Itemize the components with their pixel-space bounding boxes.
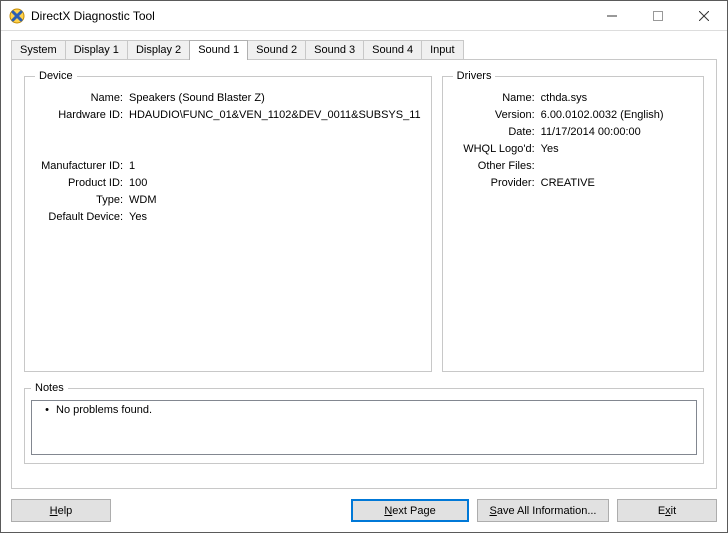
device-type-value: WDM	[129, 192, 157, 209]
tab-display-2[interactable]: Display 2	[127, 40, 190, 59]
device-default-label: Default Device:	[35, 209, 129, 226]
device-hwid-label: Hardware ID:	[35, 107, 129, 124]
driver-version-value: 6.00.0102.0032 (English)	[541, 107, 664, 124]
app-icon	[9, 8, 25, 24]
device-prodid-label: Product ID:	[35, 175, 129, 192]
note-item: No problems found.	[38, 404, 690, 416]
tab-sound-2[interactable]: Sound 2	[247, 40, 306, 59]
notes-group-label: Notes	[31, 382, 68, 394]
save-all-button[interactable]: Save All Information...	[477, 499, 609, 522]
tab-sound-1[interactable]: Sound 1	[189, 40, 248, 60]
driver-other-label: Other Files:	[453, 158, 541, 175]
driver-whql-label: WHQL Logo'd:	[453, 141, 541, 158]
button-bar: Help Next Page Save All Information... E…	[1, 489, 727, 532]
device-group: Device Name:Speakers (Sound Blaster Z) H…	[24, 70, 432, 372]
driver-whql-value: Yes	[541, 141, 559, 158]
window-controls	[589, 1, 727, 30]
driver-provider-value: CREATIVE	[541, 175, 595, 192]
notes-group: Notes No problems found.	[24, 382, 704, 464]
maximize-button[interactable]	[635, 1, 681, 30]
device-name-value: Speakers (Sound Blaster Z)	[129, 90, 265, 107]
driver-name-value: cthda.sys	[541, 90, 587, 107]
notes-list[interactable]: No problems found.	[31, 400, 697, 455]
driver-date-label: Date:	[453, 124, 541, 141]
device-name-label: Name:	[35, 90, 129, 107]
tab-display-1[interactable]: Display 1	[65, 40, 128, 59]
device-default-value: Yes	[129, 209, 147, 226]
device-mfrid-label: Manufacturer ID:	[35, 158, 129, 175]
tab-system[interactable]: System	[11, 40, 66, 59]
titlebar: DirectX Diagnostic Tool	[1, 1, 727, 31]
device-prodid-value: 100	[129, 175, 147, 192]
tab-sound-4[interactable]: Sound 4	[363, 40, 422, 59]
tab-panel: Device Name:Speakers (Sound Blaster Z) H…	[11, 59, 717, 489]
help-button[interactable]: Help	[11, 499, 111, 522]
window-title: DirectX Diagnostic Tool	[31, 9, 589, 23]
device-hwid-value: HDAUDIO\FUNC_01&VEN_1102&DEV_0011&SUBSYS…	[129, 107, 421, 124]
content-area: System Display 1 Display 2 Sound 1 Sound…	[1, 31, 727, 489]
close-button[interactable]	[681, 1, 727, 30]
device-type-label: Type:	[35, 192, 129, 209]
driver-name-label: Name:	[453, 90, 541, 107]
drivers-group: Drivers Name:cthda.sys Version:6.00.0102…	[442, 70, 704, 372]
tab-strip: System Display 1 Display 2 Sound 1 Sound…	[11, 39, 717, 59]
next-page-button[interactable]: Next Page	[351, 499, 469, 522]
device-group-label: Device	[35, 70, 77, 82]
device-mfrid-value: 1	[129, 158, 135, 175]
driver-date-value: 11/17/2014 00:00:00	[541, 124, 641, 141]
tab-sound-3[interactable]: Sound 3	[305, 40, 364, 59]
exit-button[interactable]: Exit	[617, 499, 717, 522]
minimize-button[interactable]	[589, 1, 635, 30]
app-window: DirectX Diagnostic Tool System Display 1…	[0, 0, 728, 533]
tab-input[interactable]: Input	[421, 40, 463, 59]
driver-version-label: Version:	[453, 107, 541, 124]
drivers-group-label: Drivers	[453, 70, 496, 82]
driver-provider-label: Provider:	[453, 175, 541, 192]
